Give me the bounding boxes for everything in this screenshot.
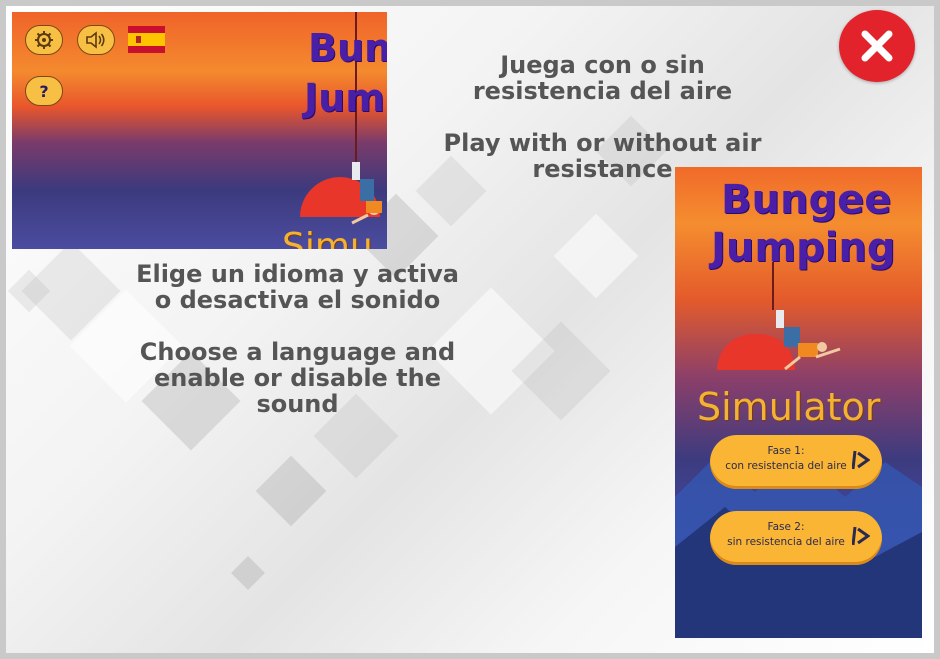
phase2-button[interactable]: Fase 2: sin resistencia del aire <box>710 511 882 565</box>
game-title-line2: Jump <box>304 76 387 120</box>
jumper-figure <box>776 310 841 371</box>
phase1-button[interactable]: Fase 1: con resistencia del aire <box>710 435 882 489</box>
gear-icon <box>35 31 53 49</box>
phase1-sub: con resistencia del aire <box>725 460 847 472</box>
help-text-lang-es: Elige un idioma y activa o desactiva el … <box>136 260 459 314</box>
screenshot-phase-menu: Bungee Jumping Simulator Fase 1: con res… <box>675 167 922 638</box>
help-icon: ? <box>39 81 49 101</box>
jumper-figure <box>351 162 382 225</box>
help-text-air-es: Juega con o sin resistencia del aire <box>472 51 733 105</box>
phase1-label: Fase 1: <box>767 445 805 457</box>
close-button[interactable] <box>839 10 915 82</box>
help-text-lang-en: Choose a language and enable or disable … <box>139 338 456 418</box>
bg-diamond <box>231 556 265 590</box>
speaker-icon <box>86 31 105 49</box>
help-button[interactable]: ? <box>25 76 63 106</box>
bg-diamond <box>553 213 639 299</box>
spain-flag-icon <box>128 26 165 53</box>
game-subtitle: Simulator <box>697 385 881 429</box>
game-title-line1: Bunge <box>308 26 387 70</box>
game-subtitle-partial: Simu <box>282 226 373 249</box>
play-arrow-icon <box>852 450 870 470</box>
phase2-sub: sin resistencia del aire <box>727 536 845 548</box>
screenshot-home-controls: Bunge Jump Simu ? <box>12 12 387 249</box>
game-title-line1: Bungee <box>721 177 892 223</box>
phase2-label: Fase 2: <box>767 521 805 533</box>
play-arrow-icon <box>852 526 870 546</box>
sound-button[interactable] <box>77 25 115 55</box>
settings-button[interactable] <box>25 25 63 55</box>
language-button[interactable] <box>128 26 165 53</box>
close-icon <box>861 30 893 62</box>
game-title-line2: Jumping <box>711 225 896 271</box>
bg-diamond <box>255 455 327 527</box>
